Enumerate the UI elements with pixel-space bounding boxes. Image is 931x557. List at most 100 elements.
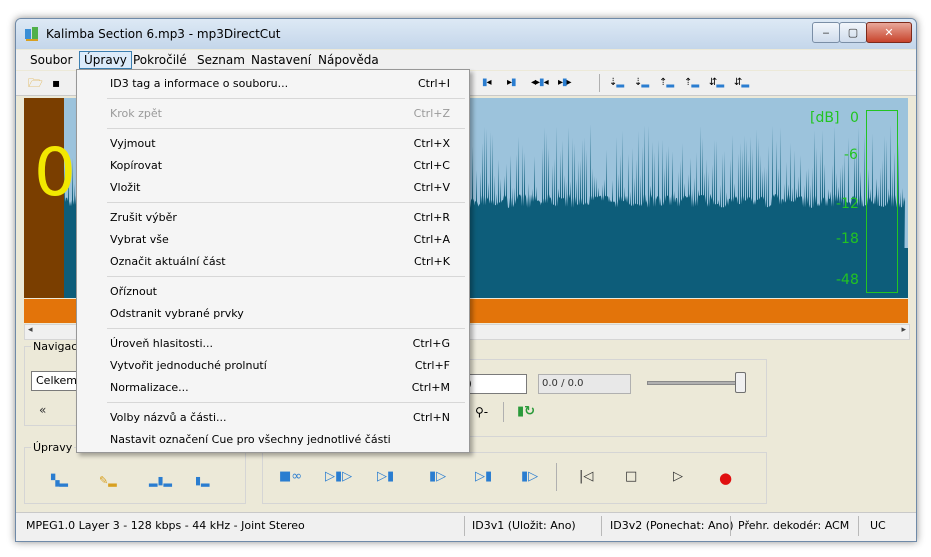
- menu-item-shortcut: Ctrl+M: [411, 381, 450, 394]
- menu-item-label: Vytvořit jednoduché prolnutí: [110, 359, 267, 372]
- cue-prev-icon[interactable]: ▮◂: [482, 76, 491, 90]
- position-field[interactable]: ): [463, 374, 527, 394]
- menu-seznam[interactable]: Seznam: [197, 53, 245, 67]
- toolbar-separator: [599, 74, 600, 92]
- record-icon[interactable]: ●: [719, 469, 732, 487]
- upravy-dropdown-menu: ID3 tag a informace o souboru... Ctrl+I …: [76, 69, 470, 453]
- play-loop-icon[interactable]: ■∞: [279, 469, 302, 484]
- app-icon: [25, 27, 38, 41]
- status-separator: [858, 516, 859, 536]
- nav-back-icon[interactable]: «: [39, 403, 46, 417]
- open-icon[interactable]: 🗁: [28, 76, 43, 90]
- menu-item-select-all[interactable]: Vybrat vše Ctrl+A: [77, 230, 469, 250]
- skip-start-icon[interactable]: |◁: [579, 469, 593, 484]
- marker-end-icon[interactable]: ⇣▂: [634, 76, 649, 90]
- status-id3v2: ID3v2 (Ponechat: Ano): [610, 519, 734, 532]
- menu-item-shortcut: Ctrl+R: [413, 211, 450, 224]
- menu-item-label: Normalizace...: [110, 381, 189, 394]
- marker-move2-icon[interactable]: ⇡▂: [684, 76, 699, 90]
- menu-item-label: Vložit: [110, 181, 141, 194]
- edits-title: Úpravy: [31, 441, 75, 454]
- menu-separator: [107, 328, 465, 329]
- menu-item-shortcut: Ctrl+V: [413, 181, 450, 194]
- play-end-icon[interactable]: ▮▷: [521, 469, 538, 484]
- menu-item-remove-selected[interactable]: Odstranit vybrané prvky: [77, 304, 469, 324]
- marker-move-icon[interactable]: ⇡▂: [659, 76, 674, 90]
- status-uc: UC: [870, 519, 886, 532]
- menu-item-copy[interactable]: Kopírovat Ctrl+C: [77, 156, 469, 176]
- menu-napoveda[interactable]: Nápověda: [318, 53, 379, 67]
- save-icon[interactable]: ▪: [52, 76, 60, 90]
- playback-group: Ovládání zvuku ■∞ ▷▮▷ ▷▮ ▮▷ ▷▮ ▮▷ |◁ □ ▷…: [262, 445, 767, 504]
- volume-tool-icon[interactable]: ▚▂: [51, 474, 68, 487]
- status-separator: [730, 516, 731, 536]
- menu-item-label: Kopírovat: [110, 159, 163, 172]
- position-time-field: 0.0 / 0.0: [538, 374, 631, 394]
- menu-item-set-cue[interactable]: Nastavit označení Cue pro všechny jednot…: [77, 430, 469, 450]
- menu-item-cut[interactable]: Vyjmout Ctrl+X: [77, 134, 469, 154]
- menu-item-paste[interactable]: Vložit Ctrl+V: [77, 178, 469, 198]
- volume-slider-thumb[interactable]: [735, 372, 746, 393]
- menu-item-label: Vybrat vše: [110, 233, 169, 246]
- minimize-button[interactable]: ‒: [812, 22, 840, 43]
- play-section-icon[interactable]: ▷▮: [475, 469, 492, 484]
- status-bar: MPEG1.0 Layer 3 - 128 kbps - 44 kHz - Jo…: [16, 512, 916, 541]
- menu-item-label: Odstranit vybrané prvky: [110, 307, 244, 320]
- menu-item-undo: Krok zpět Ctrl+Z: [77, 104, 469, 124]
- menu-item-crossfade[interactable]: Vytvořit jednoduché prolnutí Ctrl+F: [77, 356, 469, 376]
- stop-icon[interactable]: □: [625, 469, 637, 484]
- play-icon[interactable]: ▷: [673, 469, 683, 484]
- menu-item-deselect[interactable]: Zrušit výběr Ctrl+R: [77, 208, 469, 228]
- menu-item-label: Volby názvů a části...: [110, 411, 227, 424]
- edits-group: Úpravy ▚▂ ✎▂ ▂▮▂ ▮▂: [24, 441, 246, 504]
- window-title: Kalimba Section 6.mp3 - mp3DirectCut: [46, 27, 281, 41]
- menu-item-label: Označit aktuální část: [110, 255, 226, 268]
- menu-item-shortcut: Ctrl+N: [412, 411, 450, 424]
- zoom-out-icon[interactable]: ⚲-: [475, 405, 488, 419]
- cue-both-icon[interactable]: ◂▸▮◂: [531, 76, 549, 90]
- menu-item-id3[interactable]: ID3 tag a informace o souboru... Ctrl+I: [77, 74, 469, 94]
- menu-item-crop[interactable]: Oříznout: [77, 282, 469, 302]
- status-id3v1: ID3v1 (Uložit: Ano): [472, 519, 576, 532]
- split-tool-icon[interactable]: ▮▂: [195, 474, 210, 487]
- status-decoder: Přehr. dekodér: ACM: [738, 519, 850, 532]
- menu-soubor[interactable]: Soubor: [30, 53, 72, 67]
- maximize-button[interactable]: ▢: [839, 22, 867, 43]
- menu-item-naming-options[interactable]: Volby názvů a části... Ctrl+N: [77, 408, 469, 428]
- db-unit-label: [dB]: [810, 110, 840, 126]
- volume-slider-track[interactable]: [647, 381, 741, 385]
- menu-item-label: ID3 tag a informace o souboru...: [110, 77, 289, 90]
- menu-item-shortcut: Ctrl+X: [413, 137, 450, 150]
- play-from-cut-icon[interactable]: ▷▮: [377, 469, 394, 484]
- split-cue-icon[interactable]: ▮↻: [517, 404, 535, 419]
- db-level-label: -18: [836, 231, 859, 247]
- level-meter: [866, 110, 898, 293]
- db-level-label: -48: [836, 272, 859, 288]
- close-button[interactable]: ✕: [866, 22, 912, 43]
- menu-item-label: Krok zpět: [110, 107, 162, 120]
- cut-tool-icon[interactable]: ▂▮▂: [149, 474, 172, 487]
- menu-pokrocile[interactable]: Pokročilé: [133, 53, 187, 67]
- menu-upravy[interactable]: Úpravy: [79, 51, 132, 69]
- play-selection-icon[interactable]: ▷▮▷: [325, 469, 352, 484]
- menu-item-mark-part[interactable]: Označit aktuální část Ctrl+K: [77, 252, 469, 272]
- menu-separator: [107, 202, 465, 203]
- marker-both-icon[interactable]: ⇵▂: [709, 76, 724, 90]
- fade-tool-icon[interactable]: ✎▂: [99, 474, 117, 487]
- db-level-label: -6: [844, 147, 858, 163]
- menu-nastaveni[interactable]: Nastavení: [251, 53, 311, 67]
- cue-jump-icon[interactable]: ▸▮▸: [558, 76, 572, 90]
- menu-item-volume[interactable]: Úroveň hlasitosti... Ctrl+G: [77, 334, 469, 354]
- menu-item-shortcut: Ctrl+I: [417, 77, 450, 90]
- scroll-left-icon[interactable]: ◂: [28, 325, 33, 335]
- cue-next-icon[interactable]: ▸▮: [507, 76, 516, 90]
- marker-start-icon[interactable]: ⇣▂: [609, 76, 624, 90]
- marker-both2-icon[interactable]: ⇵▂: [734, 76, 749, 90]
- menu-separator: [107, 98, 465, 99]
- scroll-right-icon[interactable]: ▸: [901, 325, 906, 335]
- menu-item-label: Oříznout: [110, 285, 157, 298]
- menu-item-normalize[interactable]: Normalizace... Ctrl+M: [77, 378, 469, 398]
- menu-item-label: Zrušit výběr: [110, 211, 177, 224]
- play-to-cut-icon[interactable]: ▮▷: [429, 469, 446, 484]
- title-bar[interactable]: Kalimba Section 6.mp3 - mp3DirectCut ‒ ▢…: [16, 19, 916, 49]
